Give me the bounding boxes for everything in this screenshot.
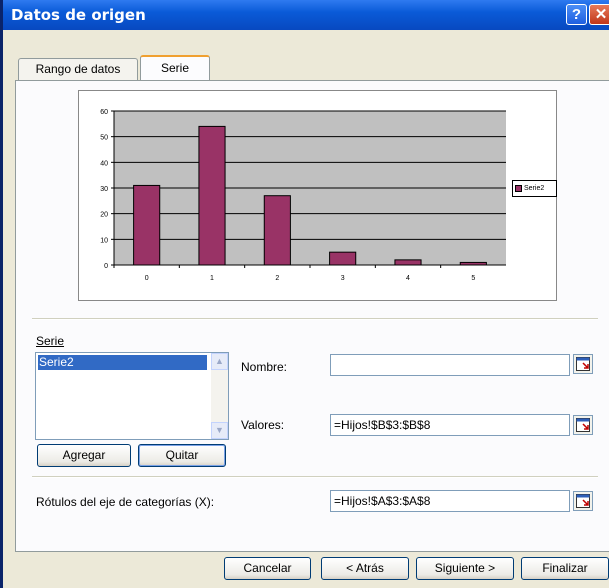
list-item[interactable]: Serie2: [38, 355, 207, 370]
y-tick-label: 40: [100, 160, 108, 167]
separator-middle: [32, 476, 598, 478]
tab-rango-de-datos[interactable]: Rango de datos: [18, 58, 138, 80]
name-field[interactable]: [330, 354, 570, 376]
name-label: Nombre:: [241, 360, 288, 374]
scroll-down-icon[interactable]: ▼: [211, 422, 228, 439]
legend-label: Serie2: [524, 185, 545, 192]
bar: [394, 259, 422, 266]
collapse-dialog-icon: [576, 357, 590, 371]
values-field[interactable]: =Hijos!$B$3:$B$8: [330, 414, 570, 436]
y-tick-label: 0: [104, 263, 108, 270]
legend-swatch: [515, 184, 522, 192]
x-tick-label: 0: [145, 275, 149, 282]
series-listbox[interactable]: Serie2 ▲ ▼: [35, 352, 229, 440]
collapse-dialog-icon: [576, 418, 590, 432]
bar: [133, 184, 161, 266]
list-scrollbar[interactable]: ▲ ▼: [211, 353, 228, 439]
y-tick-label: 50: [100, 135, 108, 142]
bar-chart: 0 10 20 30 40 50 60 0 1 2 3 4 5: [100, 109, 506, 282]
y-tick-label: 10: [100, 237, 108, 244]
bar: [459, 261, 487, 266]
title-bar[interactable]: Datos de origen ? ✕: [3, 0, 609, 30]
back-button[interactable]: < Atrás: [321, 557, 409, 580]
y-tick-label: 20: [100, 212, 108, 219]
finish-button[interactable]: Finalizar: [521, 557, 609, 580]
add-series-button[interactable]: Agregar: [37, 444, 131, 467]
remove-series-button[interactable]: Quitar: [138, 444, 226, 467]
y-tick-label: 60: [100, 109, 108, 116]
collapse-dialog-icon: [576, 494, 590, 508]
help-button[interactable]: ?: [566, 4, 587, 25]
series-label-text: Serie: [36, 334, 65, 348]
x-tick-label: 1: [210, 275, 214, 282]
next-button[interactable]: Siguiente >: [416, 557, 514, 580]
name-collapse-button[interactable]: [573, 354, 593, 374]
tab-rango-de-datos-label: Rango de datos: [35, 62, 121, 76]
chart-preview: 0 10 20 30 40 50 60 0 1 2 3 4 5: [78, 90, 557, 301]
window-title: Datos de origen: [11, 6, 146, 24]
separator-top: [32, 318, 598, 320]
scroll-up-icon[interactable]: ▲: [211, 353, 228, 370]
close-button[interactable]: ✕: [589, 4, 609, 25]
bar: [198, 125, 226, 266]
tab-serie[interactable]: Serie: [140, 55, 210, 80]
y-tick-label: 30: [100, 186, 108, 193]
values-collapse-button[interactable]: [573, 415, 593, 435]
series-label: Serie: [36, 334, 64, 348]
cancel-button[interactable]: Cancelar: [224, 557, 311, 580]
category-axis-label: Rótulos del eje de categorías (X):: [36, 495, 215, 509]
values-label: Valores:: [241, 418, 285, 432]
bar: [329, 251, 357, 266]
x-tick-label: 2: [275, 275, 279, 282]
x-tick-label: 3: [341, 275, 345, 282]
chart-legend: Serie2: [512, 180, 557, 197]
bar: [263, 195, 291, 266]
dialog-window: Datos de origen ? ✕ Rango de datos Serie…: [0, 0, 609, 588]
category-field[interactable]: =Hijos!$A$3:$A$8: [330, 490, 570, 512]
x-tick-label: 5: [471, 275, 475, 282]
tab-serie-label: Serie: [160, 61, 189, 75]
category-collapse-button[interactable]: [573, 491, 593, 511]
x-tick-label: 4: [406, 275, 410, 282]
